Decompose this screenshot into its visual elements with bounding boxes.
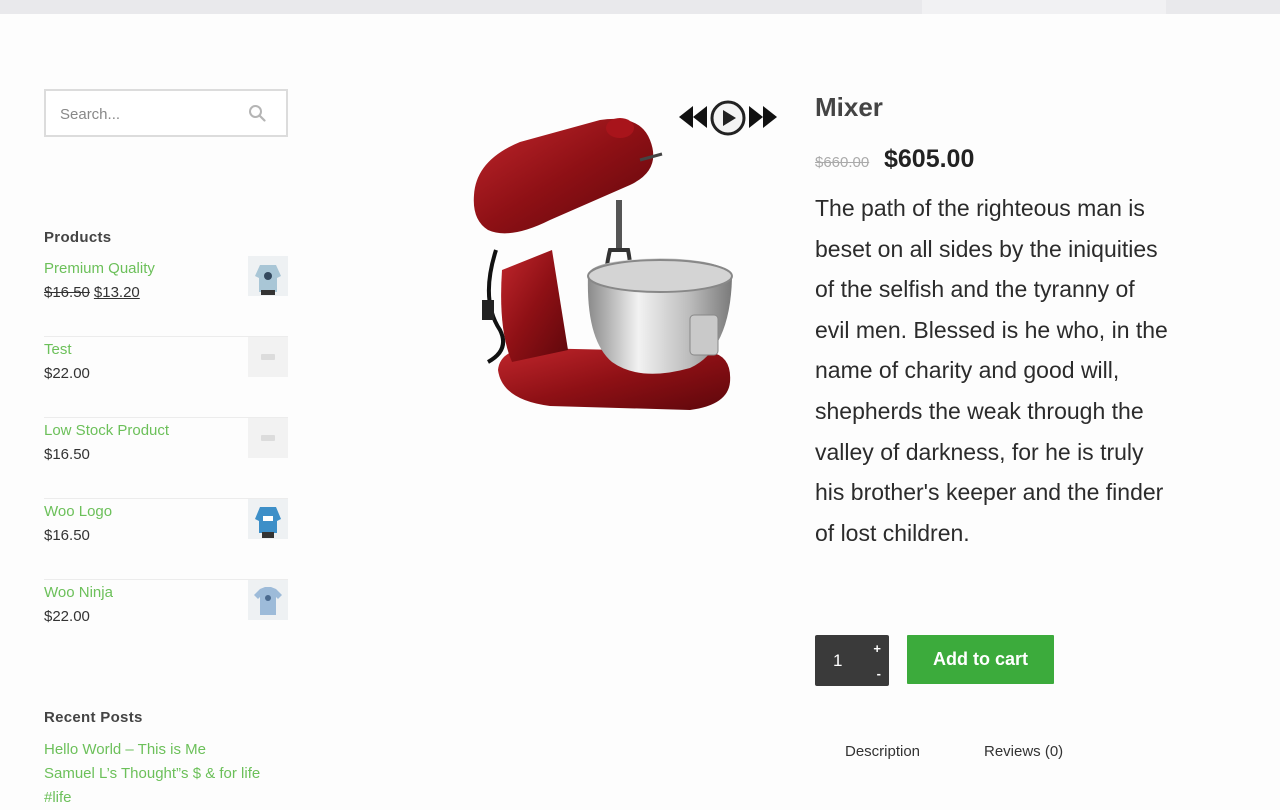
list-item: Woo Ninja $22.00 <box>44 580 288 660</box>
quantity-decrease-button[interactable]: - <box>877 666 881 681</box>
stand-mixer-image[interactable] <box>440 100 760 440</box>
search-icon[interactable] <box>248 104 266 122</box>
product-price: $16.50 <box>44 446 90 463</box>
product-link[interactable]: Test <box>44 341 72 358</box>
recent-posts-title: Recent Posts <box>44 709 143 726</box>
sale-price: $13.20 <box>93 284 140 301</box>
product-price: $22.00 <box>44 608 90 625</box>
quantity-stepper[interactable]: 1 + - <box>815 635 889 686</box>
list-item: Test $22.00 <box>44 337 288 418</box>
product-price: $16.50 $13.20 <box>44 284 140 301</box>
product-link[interactable]: Woo Logo <box>44 503 112 520</box>
placeholder-thumb[interactable] <box>248 418 288 458</box>
slideshow-controls <box>676 96 780 138</box>
product-price: $16.50 <box>44 527 90 544</box>
play-icon[interactable] <box>710 100 746 136</box>
placeholder-thumb[interactable] <box>248 337 288 377</box>
product-description: The path of the righteous man is beset o… <box>815 195 1168 546</box>
product-title: Mixer <box>815 92 883 122</box>
tab-description[interactable]: Description <box>845 743 920 760</box>
post-link[interactable]: #life <box>44 786 304 810</box>
old-price: $16.50 <box>44 284 90 301</box>
sale-price: $605.00 <box>884 145 975 173</box>
products-widget-title: Products <box>44 229 112 246</box>
browser-top-bar <box>0 0 1280 14</box>
list-item: Premium Quality $16.50 $13.20 <box>44 256 288 337</box>
product-price: $22.00 <box>44 365 90 382</box>
product-link[interactable]: Premium Quality <box>44 260 155 277</box>
list-item: Low Stock Product $16.50 <box>44 418 288 499</box>
woo-hoodie-thumb[interactable] <box>248 499 288 539</box>
hoodie-thumb[interactable] <box>248 256 288 296</box>
quantity-value[interactable]: 1 <box>833 651 842 671</box>
search-input[interactable] <box>58 91 252 137</box>
tshirt-thumb[interactable] <box>248 580 288 620</box>
search-box <box>44 89 288 137</box>
next-icon[interactable] <box>749 106 777 128</box>
post-link[interactable]: Samuel L’s Thought”s $ & for life <box>44 762 304 786</box>
list-item: Woo Logo $16.50 <box>44 499 288 580</box>
tab-reviews[interactable]: Reviews (0) <box>984 743 1063 760</box>
quantity-increase-button[interactable]: + <box>873 641 881 656</box>
product-link[interactable]: Woo Ninja <box>44 584 113 601</box>
recent-posts-list: Hello World – This is Me Samuel L’s Thou… <box>44 738 304 810</box>
add-to-cart-button[interactable]: Add to cart <box>907 635 1054 684</box>
top-bar-segment <box>922 0 1166 14</box>
product-link[interactable]: Low Stock Product <box>44 422 169 439</box>
previous-icon[interactable] <box>679 106 707 128</box>
post-link[interactable]: Hello World – This is Me <box>44 738 304 762</box>
old-price: $660.00 <box>815 154 870 171</box>
products-list: Premium Quality $16.50 $13.20 Test $22.00… <box>44 256 288 660</box>
